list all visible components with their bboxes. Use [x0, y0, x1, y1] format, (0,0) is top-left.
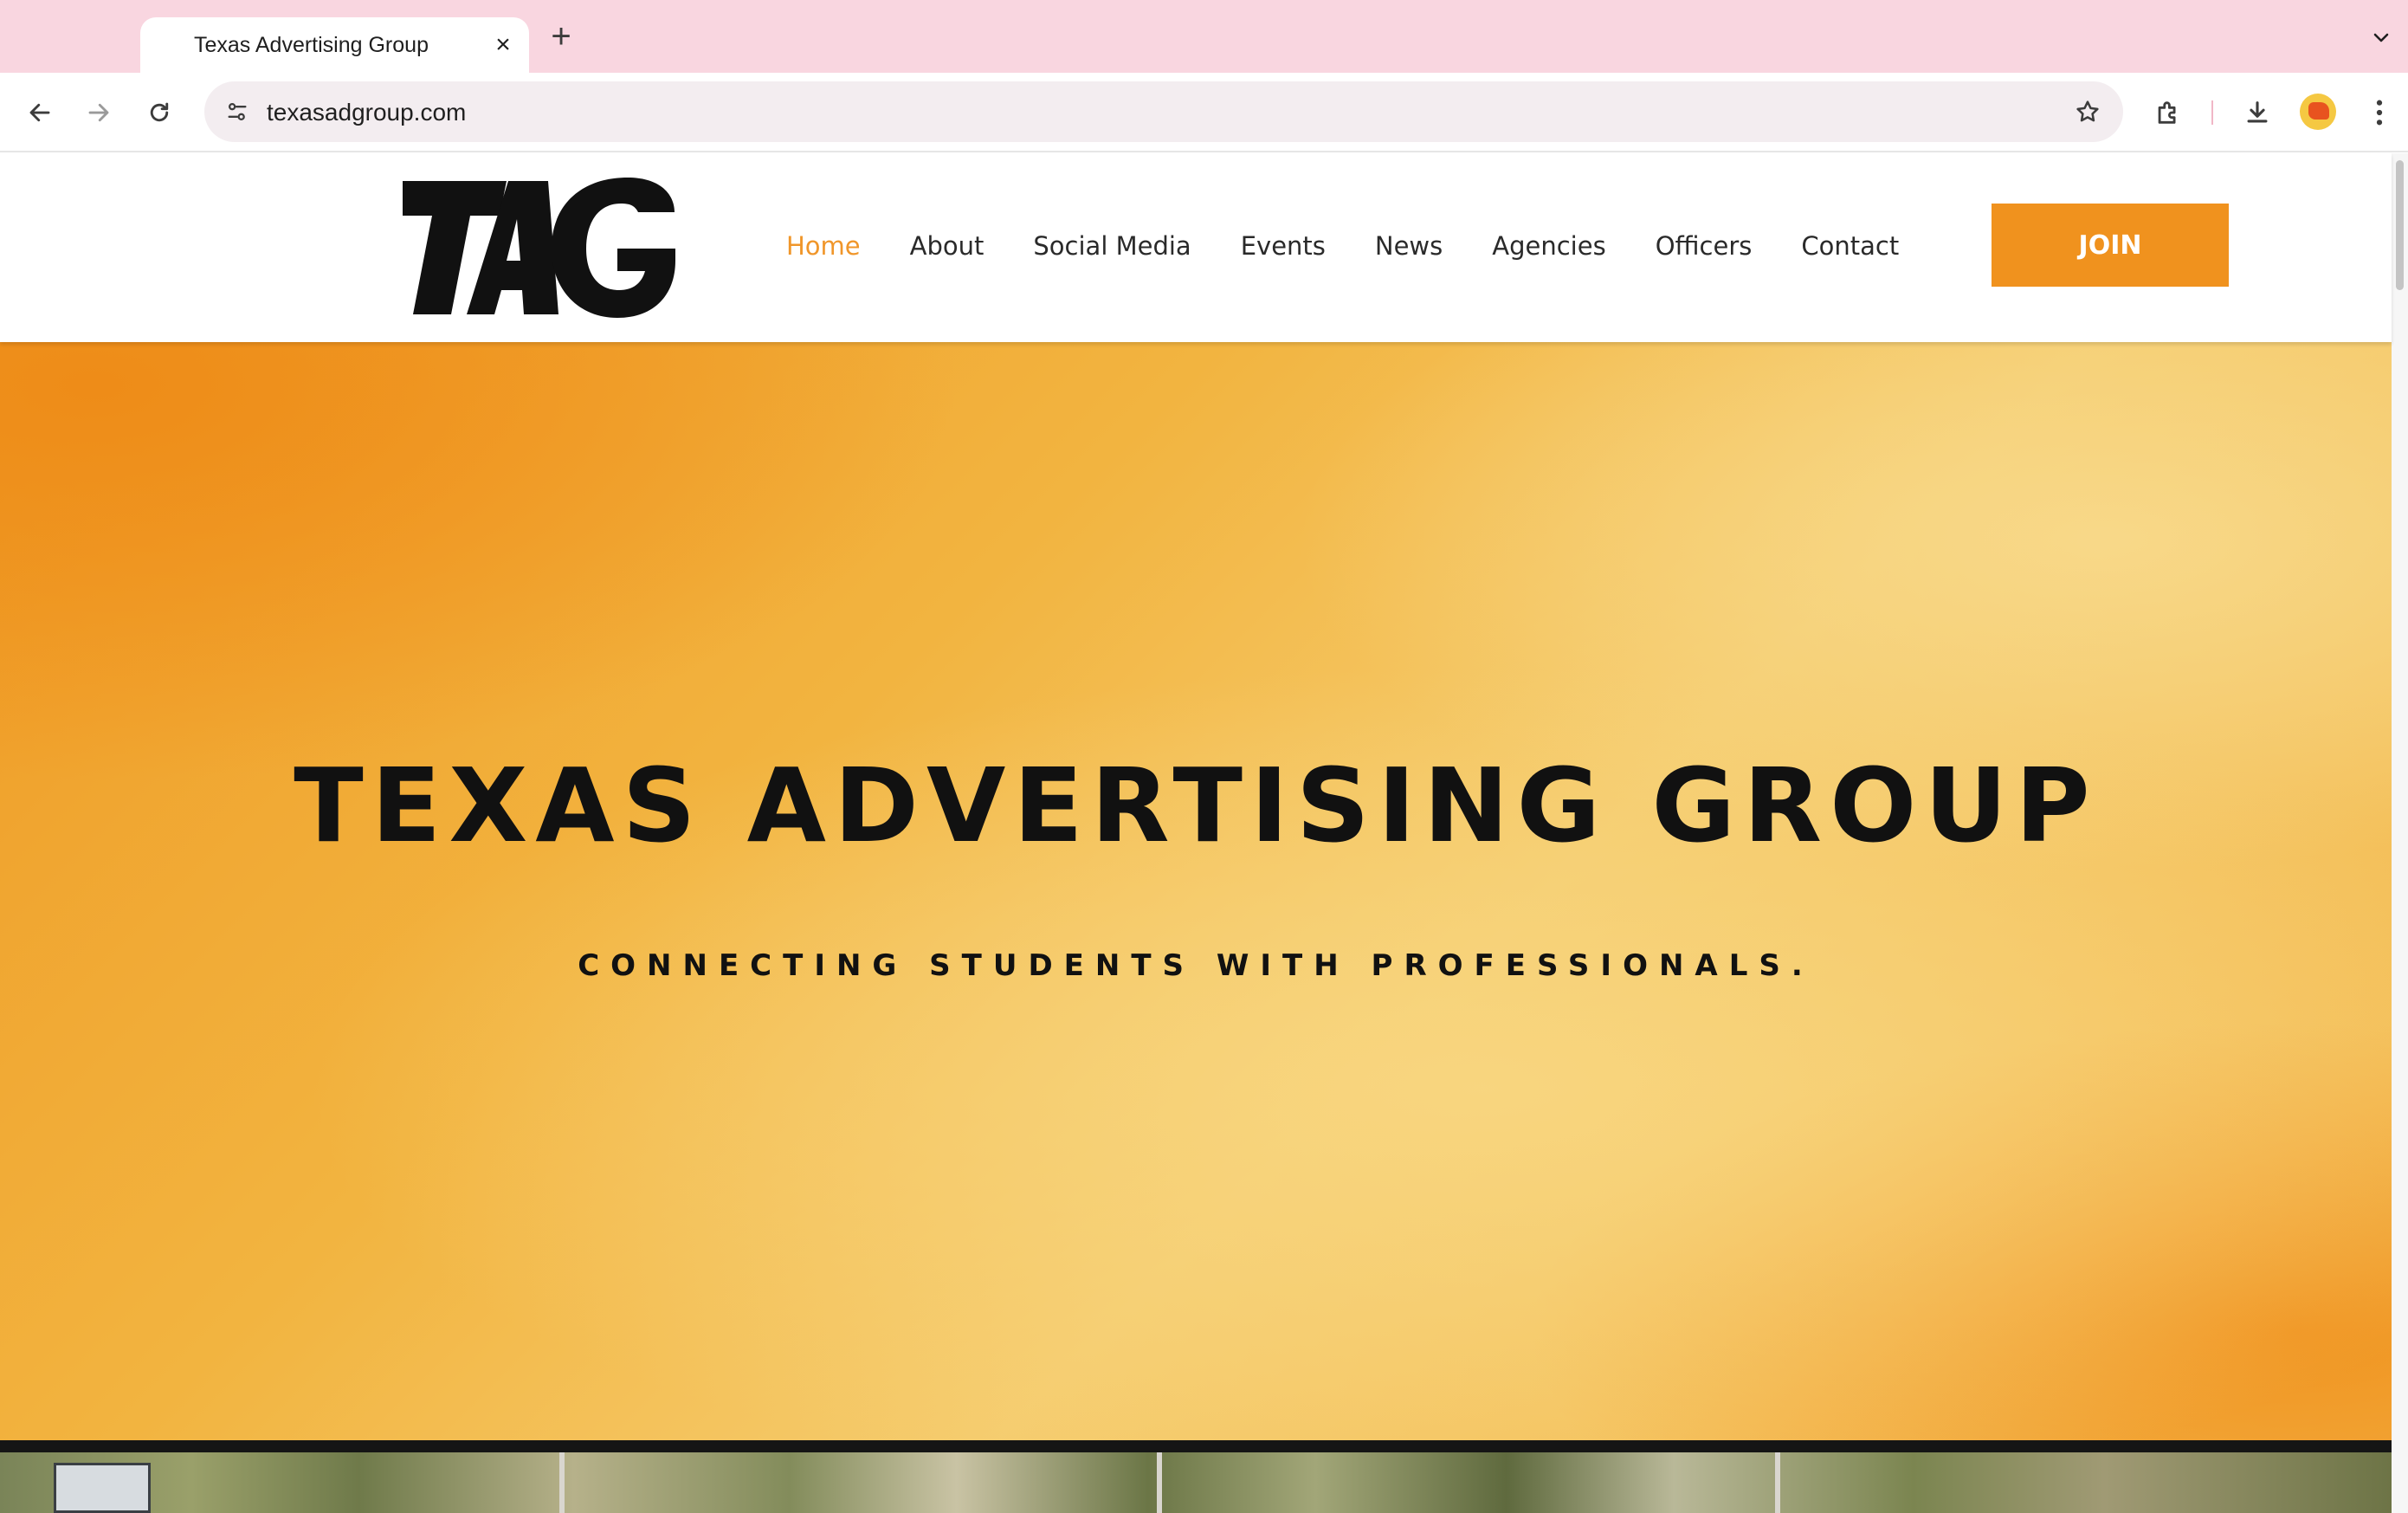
nav-agencies[interactable]: Agencies	[1492, 231, 1605, 261]
kebab-menu-icon[interactable]	[2360, 94, 2398, 132]
download-icon[interactable]	[2238, 94, 2276, 132]
puzzle-icon[interactable]	[2149, 94, 2187, 132]
arrow-left-icon[interactable]	[19, 92, 61, 133]
tune-icon[interactable]	[222, 96, 253, 127]
profile-avatar[interactable]	[2300, 94, 2336, 130]
scrollbar-thumb[interactable]	[2396, 160, 2404, 290]
nav-home[interactable]: Home	[786, 231, 861, 261]
tab-title: Texas Advertising Group	[194, 33, 429, 57]
reload-icon[interactable]	[139, 92, 180, 133]
join-button[interactable]: JOIN	[1992, 204, 2229, 287]
chevron-down-icon[interactable]	[2366, 23, 2396, 52]
nav-social-media[interactable]: Social Media	[1033, 231, 1191, 261]
nav-news[interactable]: News	[1375, 231, 1443, 261]
hero-title: TEXAS ADVERTISING GROUP	[294, 746, 2098, 865]
close-icon[interactable]: ×	[487, 29, 519, 61]
browser-toolbar: texasadgroup.com	[0, 73, 2408, 152]
tab-strip: Texas Advertising Group × +	[0, 0, 2408, 73]
nav-events[interactable]: Events	[1241, 231, 1326, 261]
star-icon[interactable]	[2071, 95, 2104, 128]
photo-pole	[1775, 1452, 1780, 1513]
address-bar[interactable]: texasadgroup.com	[204, 81, 2123, 142]
toolbar-divider	[2211, 100, 2213, 125]
main-nav: Home About Social Media Events News Agen…	[786, 231, 1899, 261]
arrow-right-icon[interactable]	[78, 92, 119, 133]
hero-subtitle: CONNECTING STUDENTS WITH PROFESSIONALS.	[578, 948, 1814, 983]
nav-contact[interactable]: Contact	[1801, 231, 1899, 261]
page-scrollbar[interactable]	[2392, 153, 2408, 1513]
hero-section: TEXAS ADVERTISING GROUP CONNECTING STUDE…	[0, 342, 2392, 1440]
tag-logo[interactable]	[403, 174, 675, 318]
section-divider	[0, 1440, 2392, 1452]
nav-about[interactable]: About	[910, 231, 985, 261]
nav-officers[interactable]: Officers	[1656, 231, 1753, 261]
photo-pole	[1157, 1452, 1162, 1513]
road-sign-image	[54, 1463, 151, 1513]
url-text[interactable]: texasadgroup.com	[267, 99, 466, 126]
photo-pole	[559, 1452, 565, 1513]
site-header: Home About Social Media Events News Agen…	[0, 153, 2392, 342]
plus-icon[interactable]: +	[544, 19, 578, 54]
campus-photo	[0, 1452, 2392, 1513]
browser-tab[interactable]: Texas Advertising Group ×	[140, 17, 529, 73]
